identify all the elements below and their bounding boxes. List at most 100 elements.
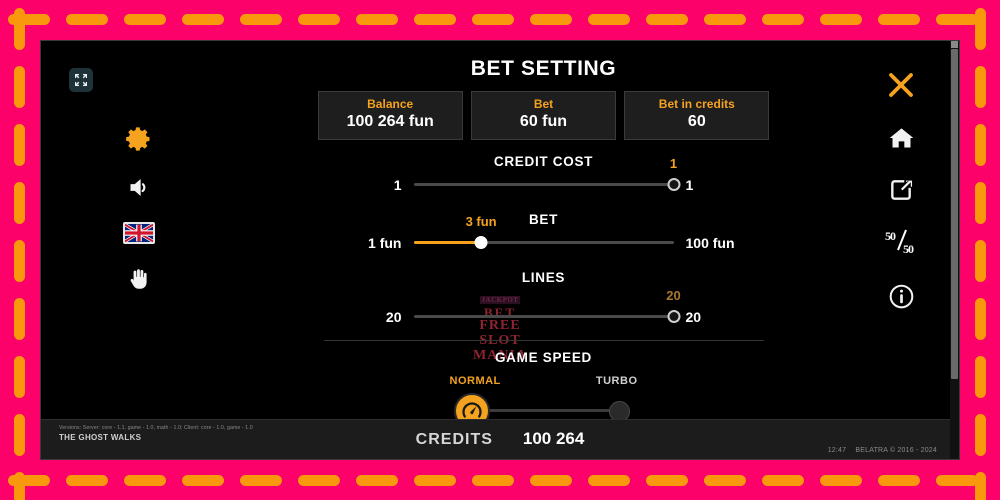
right-icon-rail: 50 50 [871,41,931,459]
frame-dash [472,14,514,25]
close-button[interactable] [871,63,931,107]
section-divider [323,340,764,341]
frame-dash [298,14,340,25]
vertical-scrollbar[interactable] [950,41,959,459]
frame-dash [975,298,986,340]
frame-dash [472,475,514,486]
versions-text: Versions: Server: core - 1.1, game - 1.0… [59,425,253,431]
exit-button[interactable] [871,168,931,212]
frame-dash [356,475,398,486]
credit-cost-track[interactable]: 1 [413,156,680,198]
frame-dash [975,356,986,398]
hand-icon [130,269,147,289]
frame-dash [878,14,920,25]
info-box-label: Balance [367,97,414,111]
info-box-bet: Bet 60 fun [470,91,617,140]
frame-dash [762,475,804,486]
frame-dash [240,475,282,486]
game-window: 50 50 JACKPOT BET FREE SLOT MANIA BET SE… [40,40,960,460]
external-link-icon [891,180,913,200]
game-speed-turbo-label: TURBO [595,375,638,387]
lines-slider-row: 20 20 20 [216,288,871,330]
frame-dash [975,182,986,224]
copyright-text: BELATRA © 2016 - 2024 [855,447,937,454]
uk-flag-icon [123,222,155,244]
50-50-glyph: 50 50 [885,229,915,256]
copyright-block: 12:47 BELATRA © 2016 - 2024 [821,447,937,454]
frame-dashes-top [8,14,994,25]
frame-dash [588,475,630,486]
speaker-icon [130,178,145,196]
game-speed-line [473,409,610,412]
home-button[interactable] [871,116,931,160]
bet-knob[interactable] [474,236,488,249]
gear-icon [126,127,150,151]
frame-dashes-right [975,8,986,500]
scrollbar-thumb[interactable] [951,49,958,379]
frame-dash [975,414,986,456]
sidebar-item-settings[interactable] [119,119,159,159]
frame-dash [878,475,920,486]
fifty-fifty-button[interactable]: 50 50 [871,221,931,265]
bet-title: BET [528,212,559,227]
bet-slider-row: 1 fun 3 fun 100 fun [216,214,871,256]
frame-dash [646,14,688,25]
lines-track[interactable]: 20 [413,288,681,330]
frame-dash [414,14,456,25]
frame-dash [298,475,340,486]
frame-dash [530,14,572,25]
bet-track[interactable]: 3 fun [413,214,674,256]
frame-dash [14,182,25,224]
frame-dash [14,124,25,166]
credit-cost-knob[interactable] [667,178,680,191]
info-box-label: Bet in credits [658,97,735,111]
bet-current-value: 3 fun [465,214,497,229]
info-box-value: 60 [687,113,706,130]
sidebar-item-language[interactable] [119,213,159,253]
frame-dash [975,8,986,50]
50-50-icon: 50 50 [884,227,918,260]
info-box-value: 60 fun [519,113,568,130]
svg-text:50: 50 [885,229,896,243]
info-box-bet-in-credits: Bet in credits 60 [624,91,770,140]
left-icon-rail [41,41,216,459]
frame-dash [124,14,166,25]
frame-dash [704,475,746,486]
slider-track [413,183,674,186]
info-box-label: Bet [533,97,554,111]
frame-dash [14,472,25,500]
frame-dash [975,66,986,108]
home-icon [889,127,913,147]
versions-block: Versions: Server: core - 1.1, game - 1.0… [59,424,253,442]
game-name: THE GHOST WALKS [59,433,142,442]
frame-dash [414,475,456,486]
scrollbar-arrow-up[interactable] [951,41,958,48]
credit-cost-slider-row: 1 1 1 [216,156,871,198]
frame-dash [124,475,166,486]
svg-text:50: 50 [903,242,914,255]
lines-knob[interactable] [667,310,680,323]
frame-dash [14,414,25,456]
frame-dash [975,472,986,500]
frame-dash [66,475,108,486]
credit-cost-max-label: 1 [685,177,694,193]
lines-current-value: 20 [666,288,681,303]
bottom-status-bar: Versions: Server: core - 1.1, game - 1.0… [41,419,959,459]
sidebar-item-sound[interactable] [119,167,159,207]
frame-dash [704,14,746,25]
frame-dash [530,475,572,486]
credit-cost-title: CREDIT COST [493,154,594,169]
sidebar-item-hand[interactable] [119,259,159,299]
frame-dash [646,475,688,486]
bet-setting-panel: BET SETTING Balance 100 264 fun Bet 60 f… [216,41,871,459]
slider-track [413,315,674,318]
info-button[interactable] [871,274,931,318]
frame-dash [936,475,978,486]
bet-max-label: 100 fun [685,235,735,251]
slider-fill [413,241,482,244]
credit-cost-min-label: 1 [393,177,402,193]
frame-dash [182,14,224,25]
frame-dash [14,240,25,282]
frame-dash [975,240,986,282]
game-speed-normal-label: NORMAL [449,375,501,387]
